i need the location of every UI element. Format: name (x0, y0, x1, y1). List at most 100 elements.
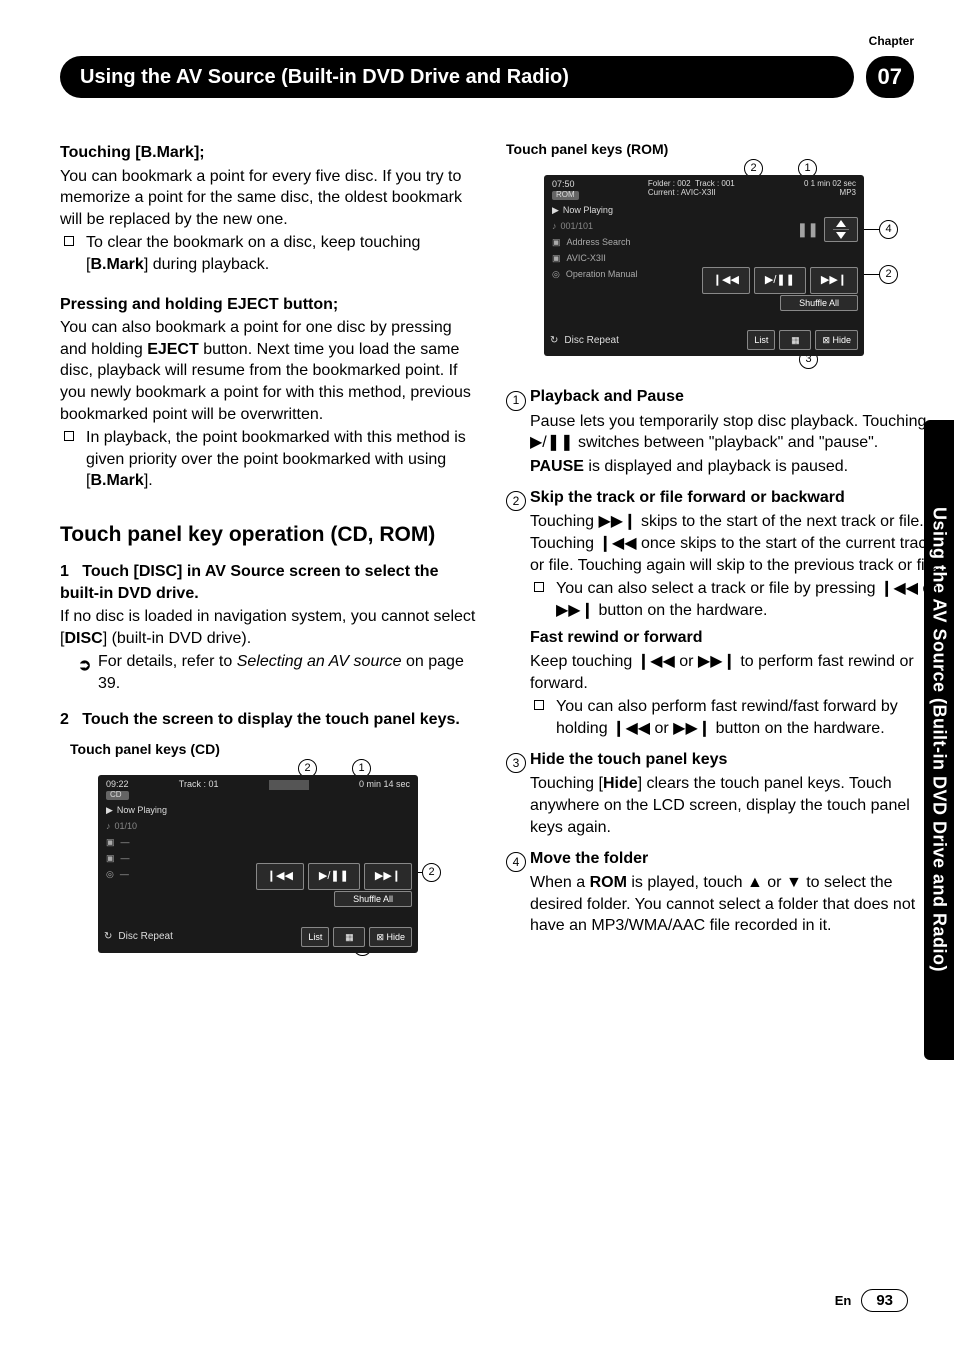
text: B.Mark (90, 256, 143, 273)
chapter-label: Chapter (869, 34, 914, 48)
text: is displayed and playback is paused. (584, 458, 848, 475)
dev-folder: Folder : 002 (648, 179, 691, 188)
item-title: Skip the track or file forward or backwa… (530, 489, 845, 506)
step-1: 1 Touch [DISC] in AV Source screen to se… (60, 561, 478, 604)
item-1: 1Playback and Pause Pause lets you tempo… (506, 386, 944, 477)
text: Touching [ (60, 144, 141, 161)
grid-button[interactable]: ▦ (779, 330, 811, 350)
heading-touch-panel-key-op: Touch panel key operation (CD, ROM) (60, 522, 478, 547)
list-item: You can also perform fast rewind/fast fo… (530, 696, 944, 739)
dev-current: Current : AVIC-X3II (648, 189, 735, 198)
dev-position: 001/101 (561, 220, 594, 232)
text: Keep touching ❙◀◀ or ▶▶❙ to perform fast… (530, 651, 944, 694)
list-button[interactable]: List (747, 330, 775, 350)
icon: ▣ (106, 852, 115, 864)
callout-4: 4 (879, 220, 898, 239)
list-button[interactable]: List (301, 927, 329, 947)
icon: ◎ (106, 868, 114, 880)
dev-now-playing: Now Playing (117, 804, 167, 816)
heading-eject: Pressing and holding EJECT button; (60, 294, 478, 316)
dev-row-text: Address Search (567, 236, 631, 248)
text: PAUSE (530, 458, 584, 475)
text: EJECT (227, 296, 279, 313)
dev-format: MP3 (804, 189, 856, 198)
shuffle-button[interactable]: Shuffle All (334, 891, 412, 907)
dev-now-playing: Now Playing (563, 204, 613, 216)
device-screenshot-rom: 07:50 ROM Folder : 002 Track : 001 Curre… (544, 175, 864, 357)
device-screenshot-cd: 09:22 CD Track : 01 0 min 14 sec ▶Now Pl… (98, 775, 418, 953)
play-icon: ▶ (552, 204, 559, 216)
dev-progress (269, 780, 309, 790)
dev-time: 07:50 (552, 180, 579, 190)
page-title-text: Using the AV Source (Built-in DVD Drive … (80, 66, 569, 89)
item-title: Playback and Pause (530, 388, 684, 405)
dev-position: 01/10 (115, 820, 138, 832)
figure-rom: 2 1 4 2 3 07:50 ROM (524, 165, 944, 377)
text: ] during playback. (144, 256, 269, 273)
dev-row-text: — (120, 868, 129, 880)
subheading: Fast rewind or forward (530, 629, 702, 646)
folder-up-down[interactable] (824, 217, 858, 242)
caption-rom: Touch panel keys (ROM) (506, 140, 944, 159)
circle-1: 1 (506, 391, 526, 411)
dev-row-text: — (121, 836, 130, 848)
right-column: Touch panel keys (ROM) 2 1 4 2 3 (506, 130, 944, 1272)
play-icon: ▶ (106, 804, 113, 816)
shuffle-button[interactable]: Shuffle All (780, 295, 858, 311)
text: Touching ▶▶❙ skips to the start of the n… (530, 511, 944, 576)
item-4: 4Move the folder When a ROM is played, t… (506, 848, 944, 937)
circle-2: 2 (506, 491, 526, 511)
pause-icon: ❚❚ (797, 220, 818, 239)
item-2: 2Skip the track or file forward or backw… (506, 487, 944, 739)
step-text: Touch the screen to display the touch pa… (82, 711, 460, 728)
text: You can also perform fast rewind/fast fo… (556, 698, 898, 737)
dev-src-badge: ROM (552, 191, 579, 200)
text: ]. (144, 472, 153, 489)
icon: ▣ (106, 836, 115, 848)
callout-2b: 2 (422, 863, 441, 882)
circle-3: 3 (506, 753, 526, 773)
icon: ▣ (552, 236, 561, 248)
hide-button[interactable]: ⊠ Hide (815, 330, 858, 350)
bullet-icon (64, 236, 74, 246)
step-number: 1 (60, 563, 69, 580)
up-icon (836, 220, 846, 227)
dev-src-badge: CD (106, 791, 129, 800)
next-button[interactable]: ▶▶❙ (810, 267, 858, 294)
grid-button[interactable]: ▦ (333, 927, 365, 947)
dev-duration: 0 min 14 sec (359, 780, 410, 800)
footer: En 93 (835, 1289, 908, 1312)
prev-button[interactable]: ❙◀◀ (256, 863, 304, 890)
figure-cd: 2 1 2 3 09:22 CD Track : (78, 765, 478, 973)
list-item: To clear the bookmark on a disc, keep to… (60, 232, 478, 275)
repeat-icon: ↻ (104, 930, 112, 944)
xref: ➲ For details, refer to Selecting an AV … (60, 651, 478, 694)
list-item: In playback, the point bookmarked with t… (60, 427, 478, 492)
text: Pause lets you temporarily stop disc pla… (530, 411, 944, 454)
circle-4: 4 (506, 852, 526, 872)
text: You can also select a track or file by p… (556, 580, 937, 619)
play-pause-button[interactable]: ▶/❚❚ (754, 267, 806, 294)
footer-lang: En (835, 1293, 852, 1308)
text: Hide (603, 775, 638, 792)
dev-row-text: AVIC-X3II (567, 252, 606, 264)
next-button[interactable]: ▶▶❙ (364, 863, 412, 890)
dev-row-text: Operation Manual (566, 268, 638, 280)
dev-row-text: — (121, 852, 130, 864)
text: button; (279, 296, 339, 313)
play-pause-button[interactable]: ▶/❚❚ (308, 863, 360, 890)
repeat-icon: ↻ (550, 334, 558, 348)
caption-cd: Touch panel keys (CD) (70, 740, 478, 759)
text: DISC (64, 630, 102, 647)
hide-button[interactable]: ⊠ Hide (369, 927, 412, 947)
list-item: You can also select a track or file by p… (530, 578, 944, 621)
icon: ▣ (552, 252, 561, 264)
step-1-body: If no disc is loaded in navigation syste… (60, 606, 478, 649)
prev-button[interactable]: ❙◀◀ (702, 267, 750, 294)
xref-icon: ➲ (78, 655, 91, 677)
step-text: Touch [DISC] in AV Source screen to sele… (60, 563, 438, 602)
chapter-number-badge: 07 (866, 56, 914, 98)
item-3: 3Hide the touch panel keys Touching [Hid… (506, 749, 944, 838)
text: ] (built-in DVD drive). (103, 630, 251, 647)
bullet-icon (534, 582, 544, 592)
